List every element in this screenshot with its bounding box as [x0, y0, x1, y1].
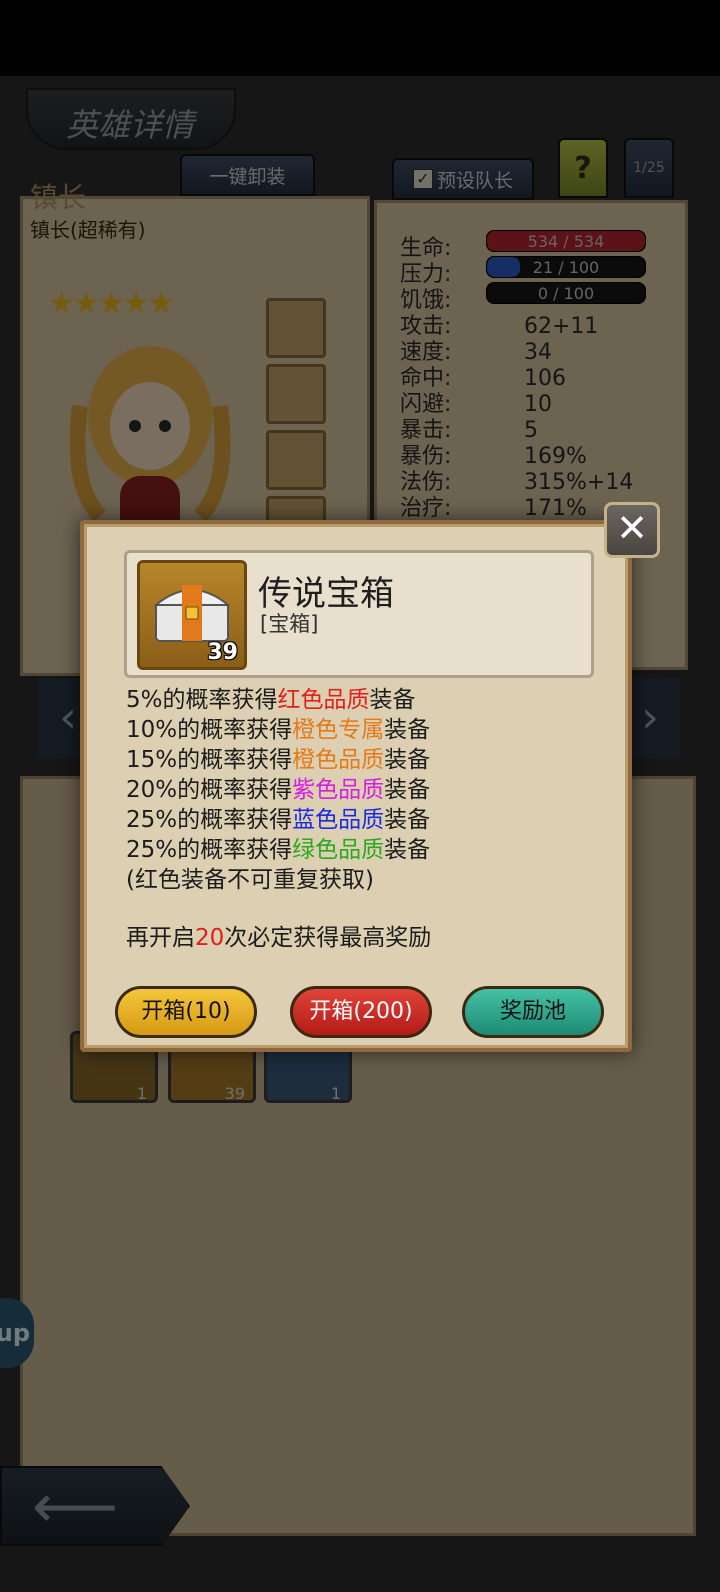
drop-rate-line: 5%的概率获得红色品质装备 — [126, 687, 416, 713]
item-type: [宝箱] — [260, 612, 319, 636]
drop-note: (红色装备不可重复获取) — [126, 867, 374, 893]
drop-rate-line: 25%的概率获得蓝色品质装备 — [126, 807, 431, 833]
drop-rate-line: 10%的概率获得橙色专属装备 — [126, 717, 431, 743]
chest-icon: 39 — [137, 560, 247, 670]
open-10-button[interactable]: 开箱(10) — [115, 986, 257, 1038]
guarantee-text: 再开启20次必定获得最高奖励 — [126, 925, 432, 951]
item-count: 39 — [207, 640, 238, 665]
reward-pool-button[interactable]: 奖励池 — [462, 986, 604, 1038]
drop-rate-line: 25%的概率获得绿色品质装备 — [126, 837, 431, 863]
close-button[interactable]: ✕ — [604, 502, 660, 558]
open-200-button[interactable]: 开箱(200) — [290, 986, 432, 1038]
drop-rate-line: 20%的概率获得紫色品质装备 — [126, 777, 431, 803]
close-icon: ✕ — [616, 506, 648, 550]
drop-rate-line: 15%的概率获得橙色品质装备 — [126, 747, 431, 773]
treasure-chest-icon — [153, 585, 231, 642]
